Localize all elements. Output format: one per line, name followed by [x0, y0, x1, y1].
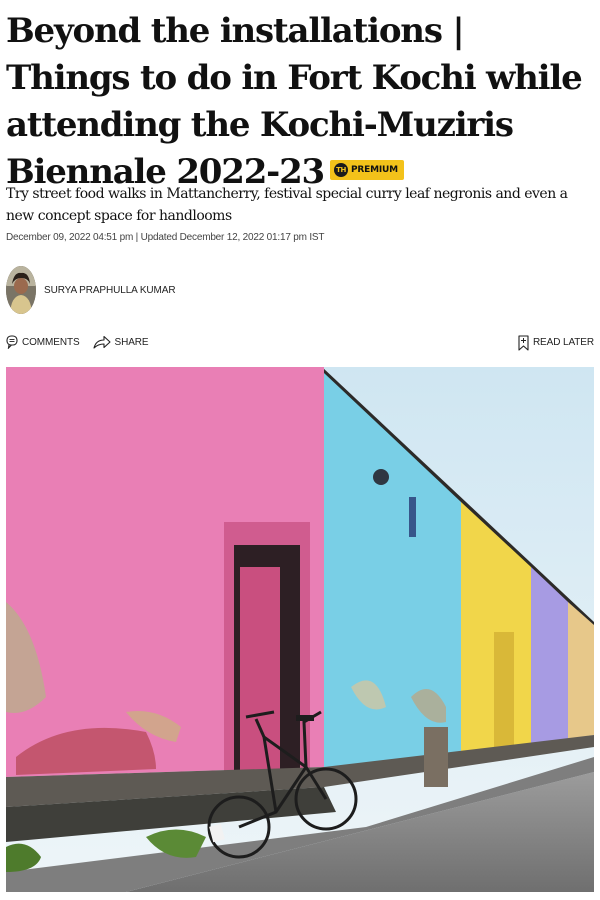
avatar-photo-icon: [6, 266, 36, 314]
read-later-label: READ LATER: [532, 336, 594, 348]
comment-icon: [6, 335, 18, 349]
share-button[interactable]: SHARE: [92, 335, 149, 349]
comments-label: COMMENTS: [22, 336, 80, 348]
th-logo-icon: TH: [334, 163, 348, 177]
author-byline[interactable]: SURYA PRAPHULLA KUMAR: [6, 266, 176, 314]
bookmark-icon: [518, 334, 529, 351]
share-icon: [92, 335, 111, 349]
author-avatar[interactable]: [6, 266, 36, 314]
article-headline: Beyond the installations | Things to do …: [6, 8, 594, 196]
read-later-button[interactable]: READ LATER: [518, 334, 594, 351]
publish-dates: December 09, 2022 04:51 pm | Updated Dec…: [6, 232, 325, 243]
hero-photo-colorful-walls: [6, 367, 594, 892]
hero-image: [6, 367, 594, 892]
premium-badge: TH PREMIUM: [330, 160, 404, 180]
comments-button[interactable]: COMMENTS: [6, 335, 80, 349]
headline-text: Beyond the installations | Things to do …: [6, 11, 583, 192]
author-name[interactable]: SURYA PRAPHULLA KUMAR: [44, 285, 176, 296]
article-subheading: Try street food walks in Mattancherry, f…: [6, 186, 568, 224]
article-actions-bar: COMMENTS SHARE READ LATER: [6, 330, 594, 354]
share-label: SHARE: [114, 336, 149, 348]
article-header: Beyond the installations | Things to do …: [6, 0, 594, 892]
